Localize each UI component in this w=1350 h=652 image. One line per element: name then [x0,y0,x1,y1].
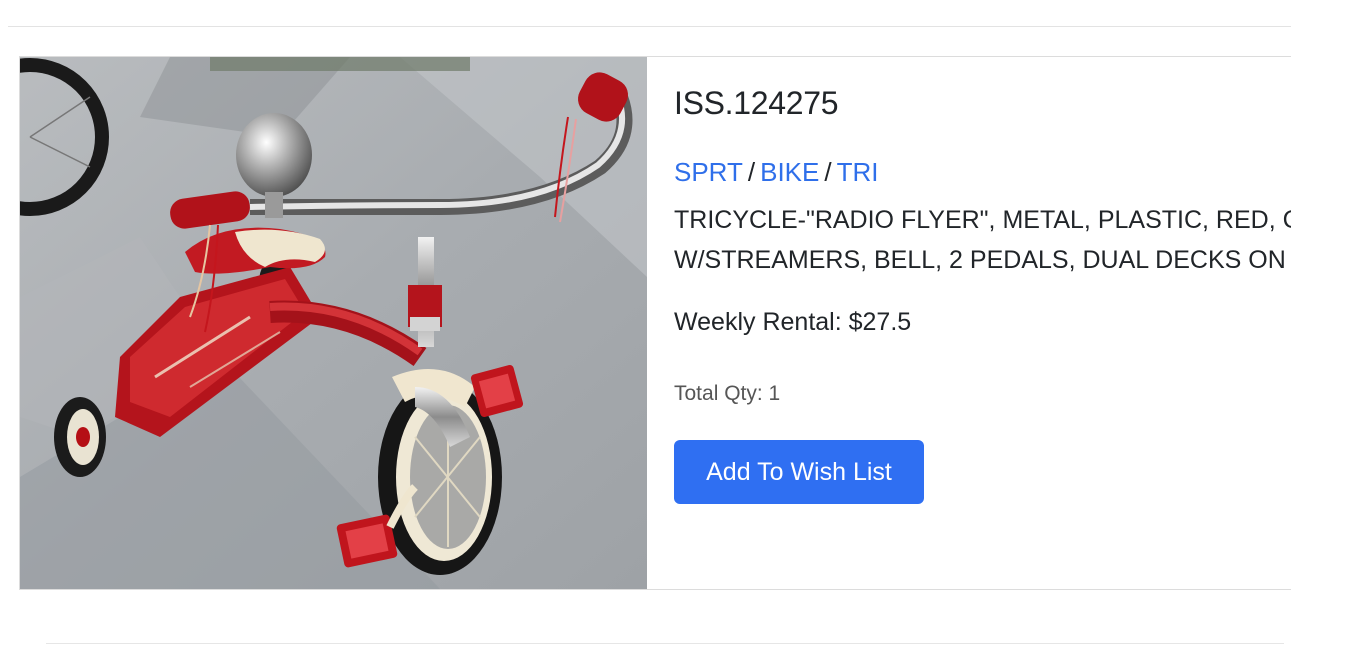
breadcrumb-link-tri[interactable]: TRI [837,157,879,187]
top-divider [8,26,1291,27]
breadcrumb-link-sprt[interactable]: SPRT [674,157,743,187]
breadcrumb-link-bike[interactable]: BIKE [760,157,819,187]
add-to-wish-list-button[interactable]: Add To Wish List [674,440,924,504]
tricycle-photo [20,57,647,589]
category-breadcrumb: SPRT / BIKE / TRI [674,157,878,188]
item-code: ISS.124275 [674,85,839,121]
bottom-divider [46,643,1284,644]
product-card: ISS.124275 SPRT / BIKE / TRI TRICYCLE-"RADIO… [19,56,1291,590]
breadcrumb-separator: / [824,157,832,187]
description-line-1: TRICYCLE-"RADIO FLYER", METAL, PLASTIC, … [674,206,1291,234]
total-quantity: Total Qty: 1 [674,382,781,405]
breadcrumb-separator: / [747,157,756,187]
item-description: TRICYCLE-"RADIO FLYER", METAL, PLASTIC, … [674,200,1291,280]
item-details: ISS.124275 SPRT / BIKE / TRI TRICYCLE-"RADIO… [647,57,1291,589]
weekly-rental-price: Weekly Rental: $27.5 [674,308,912,336]
description-line-2: W/STREAMERS, BELL, 2 PEDALS, DUAL DECKS … [674,246,1291,274]
